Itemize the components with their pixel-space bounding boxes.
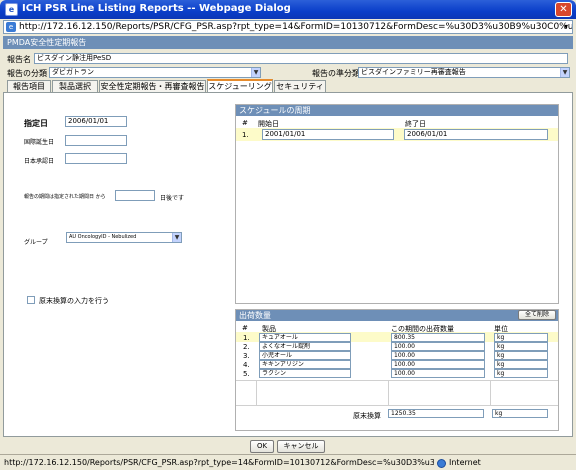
- column-divider: [490, 380, 491, 406]
- status-zone: Internet: [449, 458, 481, 467]
- status-bar: http://172.16.12.150/Reports/PSR/CFG_PSR…: [0, 454, 576, 470]
- schedule-title: スケジュールの周期: [236, 105, 558, 116]
- shipment-row-num: 1.: [243, 334, 250, 342]
- schedule-row-num: 1.: [242, 131, 249, 139]
- powder-conversion-checkbox[interactable]: [27, 296, 35, 304]
- shipment-title: 出荷数量: [236, 310, 558, 321]
- shipment-row-num: 4.: [243, 361, 250, 369]
- shipment-row-num: 5.: [243, 370, 250, 378]
- tab-product-select[interactable]: 製品選択: [52, 80, 98, 92]
- tab-scheduling[interactable]: スケジューリング: [207, 79, 273, 93]
- total-label: 原末換算: [353, 412, 381, 420]
- shipment-product-input[interactable]: よくなオール錠剤: [259, 342, 351, 351]
- status-url: http://172.16.12.150/Reports/PSR/CFG_PSR…: [4, 458, 434, 467]
- address-url[interactable]: http://172.16.12.150/Reports/PSR/CFG_PSR…: [19, 21, 572, 33]
- schedule-end-input[interactable]: 2006/01/01: [404, 129, 548, 140]
- powder-conversion-label: 原末換算の入力を行う: [39, 297, 109, 305]
- intl-birth-label: 国際誕生日: [24, 139, 55, 146]
- close-button[interactable]: ✕: [555, 2, 572, 17]
- shipment-qty-input[interactable]: 800.35: [391, 333, 485, 342]
- designated-date-label: 指定日: [24, 119, 48, 128]
- button-bar: OK キャンセル: [0, 438, 576, 454]
- group-select[interactable]: AU OncologyID - Nebulized ▼: [66, 232, 182, 243]
- shipment-product-input[interactable]: 小児オール: [259, 351, 351, 360]
- interval-prefix-label: 報告の期間は指定された期間日 から: [24, 194, 106, 200]
- shipment-unit-input[interactable]: kg: [494, 333, 548, 342]
- shipment-unit-input[interactable]: kg: [494, 369, 548, 378]
- shipment-product-input[interactable]: キュアオール: [259, 333, 351, 342]
- shipment-product-input[interactable]: ラクシン: [259, 369, 351, 378]
- shipment-unit-input[interactable]: kg: [494, 351, 548, 360]
- ok-button[interactable]: OK: [250, 440, 274, 453]
- shipment-qty-input[interactable]: 100.00: [391, 369, 485, 378]
- delete-all-button[interactable]: 全て削除: [518, 310, 556, 320]
- chevron-down-icon: ▼: [560, 68, 569, 77]
- page-header: PMDA安全性定期報告: [3, 36, 573, 49]
- chevron-down-icon: ▼: [172, 233, 181, 242]
- chevron-down-icon: ▼: [251, 68, 260, 77]
- address-bar[interactable]: e http://172.16.12.150/Reports/PSR/CFG_P…: [3, 20, 573, 34]
- japan-birth-input[interactable]: [65, 153, 127, 164]
- tab-report-items[interactable]: 報告項目: [7, 80, 51, 92]
- total-unit-input[interactable]: kg: [492, 409, 548, 418]
- report-name-input[interactable]: ビスダイン静注用PeSD: [34, 53, 568, 64]
- cancel-button[interactable]: キャンセル: [277, 440, 325, 453]
- report-name-label: 報告名: [7, 55, 31, 64]
- shipment-row-num: 2.: [243, 343, 250, 351]
- interval-input[interactable]: [115, 190, 155, 201]
- shipment-product-input[interactable]: キキンアリジン: [259, 360, 351, 369]
- intl-birth-input[interactable]: [65, 135, 127, 146]
- classification-select[interactable]: ダビガトラン ▼: [49, 67, 261, 78]
- designated-date-input[interactable]: 2006/01/01: [65, 116, 127, 127]
- standard-label: 報告の準分類: [312, 69, 360, 78]
- group-label: グループ: [24, 239, 48, 246]
- address-dropdown-icon[interactable]: ▾: [561, 22, 571, 32]
- schedule-col-num: #: [242, 119, 248, 127]
- title-bar: e ICH PSR Line Listing Reports -- Webpag…: [0, 0, 576, 19]
- window-title: ICH PSR Line Listing Reports -- Webpage …: [22, 3, 291, 14]
- interval-suffix-label: 日後です: [160, 195, 185, 202]
- page-icon: e: [6, 22, 16, 32]
- shipment-unit-input[interactable]: kg: [494, 342, 548, 351]
- column-divider: [388, 380, 389, 406]
- tab-security[interactable]: セキュリティ: [274, 80, 326, 92]
- shipment-row-num: 3.: [243, 352, 250, 360]
- classification-label: 報告の分類: [7, 69, 47, 78]
- shipment-col-num: #: [242, 324, 248, 332]
- column-divider: [256, 380, 257, 406]
- total-input[interactable]: 1250.35: [388, 409, 484, 418]
- schedule-start-input[interactable]: 2001/01/01: [262, 129, 394, 140]
- globe-icon: [437, 459, 446, 468]
- japan-birth-label: 日本承認日: [24, 158, 55, 165]
- shipment-qty-input[interactable]: 100.00: [391, 342, 485, 351]
- tab-safety-report[interactable]: 安全性定期報告・再審査報告: [99, 80, 206, 92]
- shipment-qty-input[interactable]: 100.00: [391, 351, 485, 360]
- shipment-unit-input[interactable]: kg: [494, 360, 548, 369]
- standard-select[interactable]: ビスダインファミリー再審査報告 ▼: [358, 67, 570, 78]
- empty-rows: [236, 380, 558, 406]
- shipment-qty-input[interactable]: 100.00: [391, 360, 485, 369]
- ie-icon: e: [5, 3, 18, 16]
